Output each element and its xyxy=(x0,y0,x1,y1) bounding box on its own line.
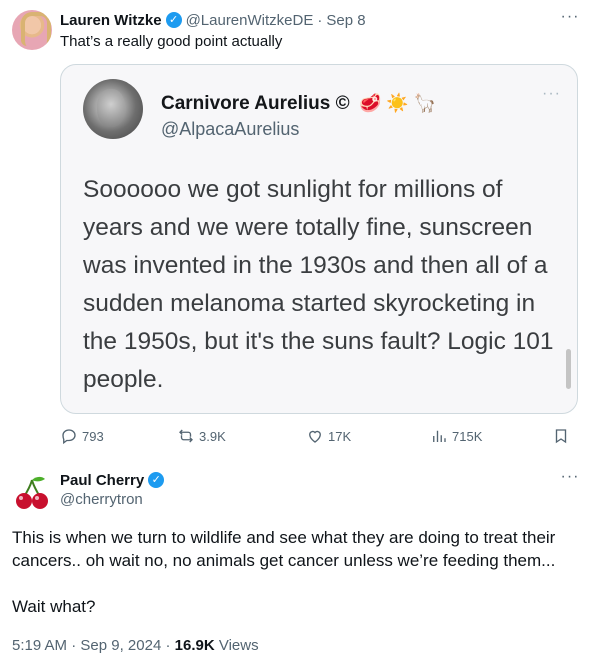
tweet-text: This is when we turn to wildlife and see… xyxy=(12,526,584,641)
views-label: Views xyxy=(218,637,259,654)
tweet-date[interactable]: Sep 9, 2024 xyxy=(80,637,161,654)
quote-avatar xyxy=(83,79,143,139)
quote-author-emojis: 🥩 ☀️ 🦙 xyxy=(359,93,437,113)
reply-tweet[interactable]: Lauren Witzke ✓ @LaurenWitzkeDE · Sep 8 … xyxy=(0,0,596,462)
tweet-paragraph: Wait what? xyxy=(12,597,96,616)
repost-count: 3.9K xyxy=(199,428,226,444)
more-icon[interactable]: ··· xyxy=(558,9,582,32)
like-icon xyxy=(309,430,321,443)
author-name[interactable]: Paul Cherry xyxy=(60,472,144,489)
quoted-screenshot[interactable]: Carnivore Aurelius © 🥩 ☀️ 🦙 @AlpacaAurel… xyxy=(60,64,578,414)
bookmark-button[interactable] xyxy=(552,424,574,448)
repost-icon xyxy=(179,429,193,443)
separator-dot: · xyxy=(71,637,81,654)
bookmark-icon xyxy=(555,429,567,444)
views-count: 715K xyxy=(452,428,483,444)
tweet-text: That’s a really good point actually xyxy=(60,33,283,50)
repost-button[interactable]: 3.9K xyxy=(177,424,226,448)
more-icon[interactable]: ··· xyxy=(558,469,582,492)
separator-dot: · xyxy=(317,11,323,29)
views-count: 16.9K xyxy=(174,637,215,654)
reply-icon xyxy=(62,429,76,445)
quote-body-text: Soooooo we got sunlight for millions of … xyxy=(83,176,554,393)
cherry-avatar-icon xyxy=(16,476,48,509)
quote-more-icon: ··· xyxy=(542,85,561,102)
main-author-row: Paul Cherry ✓ xyxy=(60,470,168,490)
quote-author-handle: @AlpacaAurelius xyxy=(161,119,300,139)
tweet-meta: 5:19 AM · Sep 9, 2024 · 16.9K Views xyxy=(12,637,259,654)
reply-button[interactable]: 793 xyxy=(60,424,104,448)
like-count: 17K xyxy=(328,428,352,444)
author-name[interactable]: Lauren Witzke xyxy=(60,12,162,29)
avatar[interactable] xyxy=(12,10,52,50)
quote-author-name: Carnivore Aurelius © xyxy=(161,93,350,114)
action-bar: 793 3.9K 17K 715K xyxy=(60,424,578,448)
views-button[interactable]: 715K xyxy=(430,424,482,448)
verified-badge-icon: ✓ xyxy=(165,12,182,28)
tweet-paragraph: This is when we turn to wildlife and see… xyxy=(12,528,556,570)
tweet-time[interactable]: 5:19 AM xyxy=(12,637,67,654)
separator-dot: · xyxy=(165,637,175,654)
avatar[interactable] xyxy=(12,472,52,512)
reply-count: 793 xyxy=(82,428,104,444)
verified-badge-icon: ✓ xyxy=(148,472,165,488)
author-handle[interactable]: @LaurenWitzkeDE xyxy=(186,12,314,29)
quote-scrollbar xyxy=(566,349,571,389)
tweet-date[interactable]: Sep 8 xyxy=(326,12,365,29)
like-button[interactable]: 17K xyxy=(306,424,351,448)
author-handle[interactable]: @cherrytron xyxy=(60,491,143,508)
views-icon xyxy=(433,430,446,442)
reply-header: Lauren Witzke ✓ @LaurenWitzkeDE · Sep 8 xyxy=(60,10,366,30)
